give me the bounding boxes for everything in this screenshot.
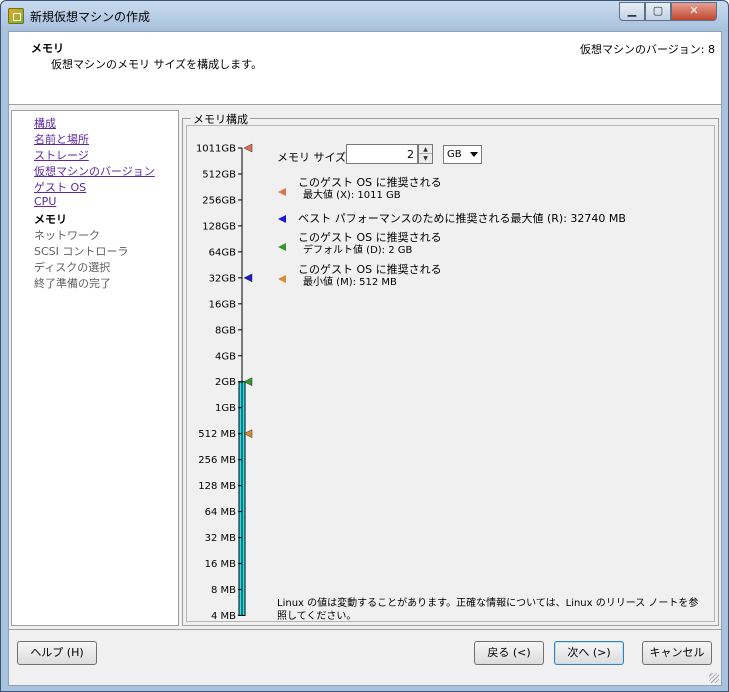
- back-button[interactable]: 戻る (<): [474, 641, 544, 665]
- spinner-down-icon[interactable]: ▼: [419, 154, 432, 163]
- scale-tick-label: 64GB: [209, 247, 236, 258]
- page-subtitle: 仮想マシンのメモリ サイズを構成します。: [51, 58, 263, 71]
- linux-note: Linux の値は変動することがあります。正確な情報については、Linux のリ…: [277, 598, 699, 622]
- nav-item-network: ネットワーク: [34, 229, 100, 242]
- scale-tick-label: 1011GB: [196, 144, 236, 155]
- scale-marker-0: [243, 143, 253, 153]
- scale-tick-label: 16GB: [209, 299, 236, 310]
- memory-size-label: メモリ サイズ:: [277, 151, 350, 164]
- scale-tick-label: 512 MB: [198, 429, 236, 440]
- scale-tick-label: 8GB: [215, 325, 236, 336]
- wizard-step-list: 構成 名前と場所 ストレージ 仮想マシンのバージョン ゲスト OS CPU メモ…: [11, 110, 179, 626]
- best-performance-marker-icon: [278, 215, 286, 223]
- chevron-down-icon: [470, 152, 478, 157]
- scale-marker-1: [243, 273, 253, 283]
- memory-size-spinner[interactable]: ▲ ▼: [418, 144, 433, 164]
- scale-tick-label: 32 MB: [205, 533, 237, 544]
- legend-best-performance: ベスト パフォーマンスのために推奨される最大値 (R): 32740 MB: [298, 212, 626, 225]
- dialog-client-area: メモリ 仮想マシンのメモリ サイズを構成します。 仮想マシンのバージョン: 8 …: [8, 31, 722, 686]
- min-marker-icon: [278, 275, 286, 283]
- page-title: メモリ: [31, 42, 64, 55]
- close-button[interactable]: ✕: [671, 2, 717, 21]
- cancel-button[interactable]: キャンセル: [642, 641, 712, 665]
- scale-tick-label: 8 MB: [211, 585, 236, 596]
- scale-tick-label: 2GB: [215, 377, 236, 388]
- memory-unit-select[interactable]: GB: [443, 145, 482, 164]
- scale-tick-label: 16 MB: [205, 559, 237, 570]
- dialog-window: 新規仮想マシンの作成 ▁ ▢ ✕ メモリ 仮想マシンのメモリ サイズを構成します…: [0, 0, 729, 692]
- window-title: 新規仮想マシンの作成: [30, 10, 151, 24]
- title-bar[interactable]: 新規仮想マシンの作成 ▁ ▢ ✕: [1, 1, 728, 31]
- footer-separator: [9, 629, 721, 630]
- nav-item-memory: メモリ: [34, 213, 67, 226]
- legend-min: このゲスト OS に推奨される 最小値 (M): 512 MB: [298, 263, 442, 288]
- memory-scale[interactable]: 1011GB 512GB 256GB 128GB 64GB 32GB 16GB 8GB 4GB 2…: [187, 126, 273, 623]
- help-button[interactable]: ヘルプ (H): [17, 641, 97, 665]
- scale-tick-label: 512GB: [202, 169, 236, 180]
- scale-tick-label: 128GB: [202, 221, 236, 232]
- maximize-button[interactable]: ▢: [645, 2, 671, 21]
- wizard-header: メモリ 仮想マシンのメモリ サイズを構成します。 仮想マシンのバージョン: 8: [9, 32, 721, 105]
- minimize-button[interactable]: ▁: [619, 2, 645, 21]
- nav-item-cpu[interactable]: CPU: [34, 195, 56, 208]
- scale-tick-label: 64 MB: [205, 507, 237, 518]
- scale-tick-label: 1GB: [215, 403, 236, 414]
- scale-tick-label: 128 MB: [198, 481, 236, 492]
- next-button[interactable]: 次へ (>): [554, 641, 624, 665]
- max-marker-icon: [278, 188, 286, 196]
- legend-max: このゲスト OS に推奨される 最大値 (X): 1011 GB: [298, 176, 442, 201]
- nav-item-guest-os[interactable]: ゲスト OS: [34, 179, 86, 195]
- scale-tick-label: 256 MB: [198, 455, 236, 466]
- nav-item-configuration[interactable]: 構成: [34, 115, 56, 131]
- memory-unit-value: GB: [447, 149, 462, 160]
- scale-tick-label: 256GB: [202, 195, 236, 206]
- vm-version-label: 仮想マシンのバージョン: 8: [580, 43, 715, 56]
- default-marker-icon: [278, 243, 286, 251]
- legend-default: このゲスト OS に推奨される デフォルト値 (D): 2 GB: [298, 231, 442, 256]
- scale-tick-label: 4GB: [215, 351, 236, 362]
- memory-config-group: メモリ構成 1011GB 512GB 256GB 128GB 64GB 32GB 16GB 8…: [182, 111, 719, 626]
- nav-item-storage[interactable]: ストレージ: [34, 147, 89, 163]
- memory-size-input[interactable]: [346, 144, 418, 164]
- resize-grip-icon[interactable]: [709, 673, 719, 683]
- scale-tick-label: 4 MB: [211, 611, 236, 622]
- nav-item-name-location[interactable]: 名前と場所: [34, 131, 89, 147]
- nav-item-ready-to-complete: 終了準備の完了: [34, 277, 111, 290]
- spinner-up-icon[interactable]: ▲: [419, 145, 432, 154]
- nav-item-vm-version[interactable]: 仮想マシンのバージョン: [34, 163, 155, 179]
- memory-config-panel: 1011GB 512GB 256GB 128GB 64GB 32GB 16GB 8GB 4GB 2…: [186, 125, 715, 622]
- nav-item-scsi-controller: SCSI コントローラ: [34, 245, 129, 258]
- nav-item-disk-selection: ディスクの選択: [34, 261, 111, 274]
- vsphere-app-icon: [8, 8, 24, 24]
- scale-tick-label: 32GB: [209, 273, 236, 284]
